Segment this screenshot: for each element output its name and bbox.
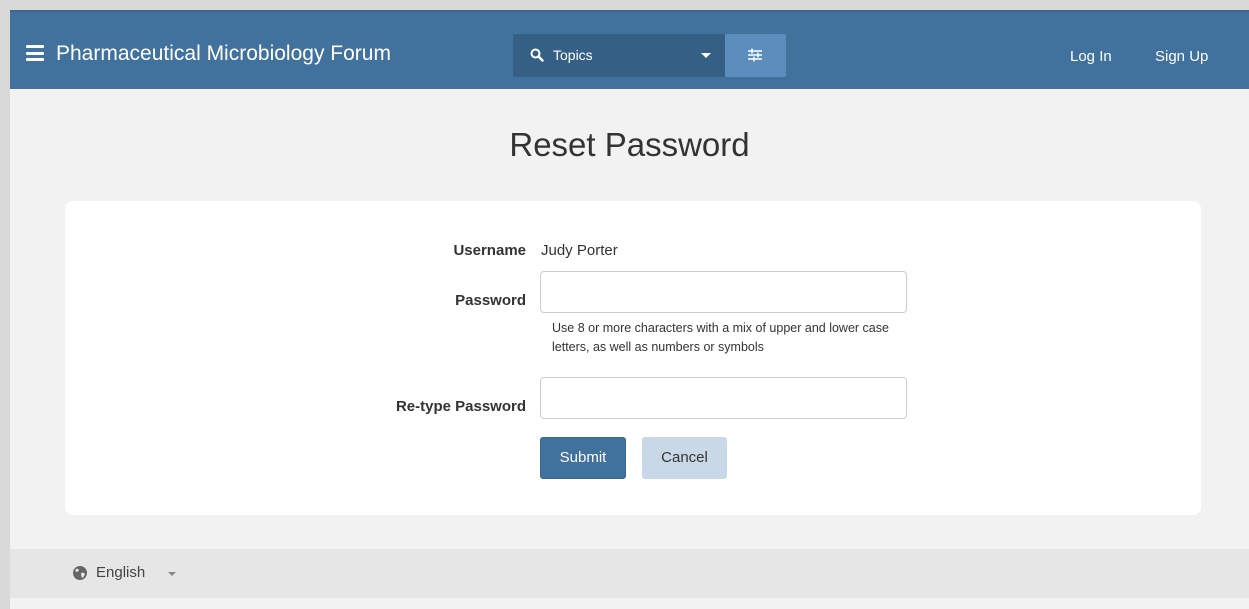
password-field[interactable] <box>540 271 907 313</box>
retype-password-field[interactable] <box>540 377 907 419</box>
page-frame: Pharmaceutical Microbiology Forum Topics… <box>10 10 1249 609</box>
footer: English <box>10 549 1249 598</box>
chevron-down-icon <box>701 53 711 58</box>
cancel-button[interactable]: Cancel <box>642 437 727 479</box>
submit-button[interactable]: Submit <box>540 437 626 479</box>
search-topics-label: Topics <box>553 47 593 63</box>
filter-button[interactable] <box>725 34 786 77</box>
password-hint: Use 8 or more characters with a mix of u… <box>552 321 889 354</box>
sliders-icon <box>748 48 762 62</box>
globe-icon <box>73 566 87 580</box>
search-icon <box>530 48 544 62</box>
signup-link[interactable]: Sign Up <box>1155 48 1208 65</box>
reset-password-form: Username Judy Porter Password Use 8 or m… <box>65 201 1201 515</box>
top-navbar: Pharmaceutical Microbiology Forum Topics… <box>10 10 1249 89</box>
site-title[interactable]: Pharmaceutical Microbiology Forum <box>56 42 391 66</box>
page-title: Reset Password <box>509 126 750 163</box>
username-value: Judy Porter <box>541 242 618 259</box>
chevron-down-icon[interactable] <box>168 572 176 576</box>
retype-password-label: Re-type Password <box>395 398 526 415</box>
hamburger-menu-icon[interactable] <box>26 45 44 61</box>
language-selector[interactable]: English <box>96 564 145 581</box>
password-label: Password <box>455 292 526 309</box>
login-link[interactable]: Log In <box>1070 48 1112 65</box>
topics-search-dropdown[interactable]: Topics <box>513 34 725 77</box>
username-label: Username <box>453 242 526 259</box>
